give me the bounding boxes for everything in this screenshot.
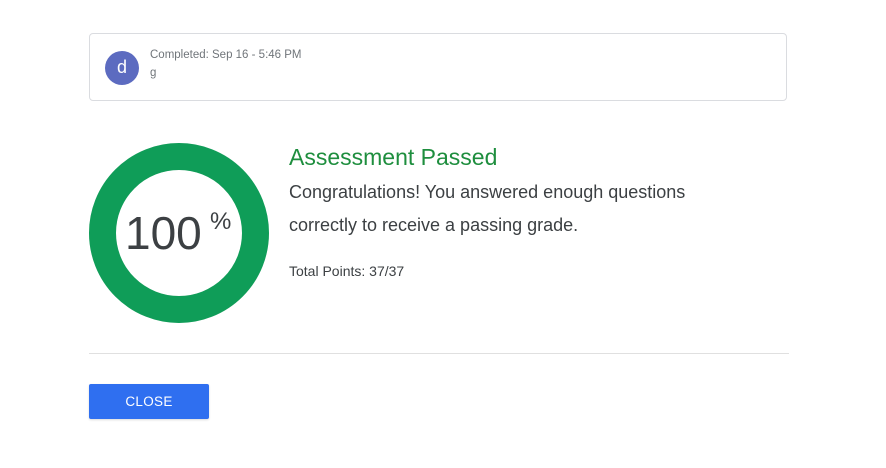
avatar: d (105, 51, 139, 85)
completed-timestamp: Completed: Sep 16 - 5:46 PM (150, 49, 302, 61)
congratulations-message: Congratulations! You answered enough que… (289, 182, 686, 235)
score-percent-value: 100 (125, 207, 202, 259)
assessment-status-title: Assessment Passed (289, 144, 498, 170)
score-ring: 100 % (89, 143, 269, 323)
submission-card: d Completed: Sep 16 - 5:46 PM g (89, 33, 787, 101)
divider (89, 353, 789, 354)
close-button[interactable]: CLOSE (89, 384, 209, 419)
user-name: g (150, 67, 157, 79)
score-percent-unit: % (210, 208, 232, 235)
total-points: Total Points: 37/37 (289, 263, 405, 279)
